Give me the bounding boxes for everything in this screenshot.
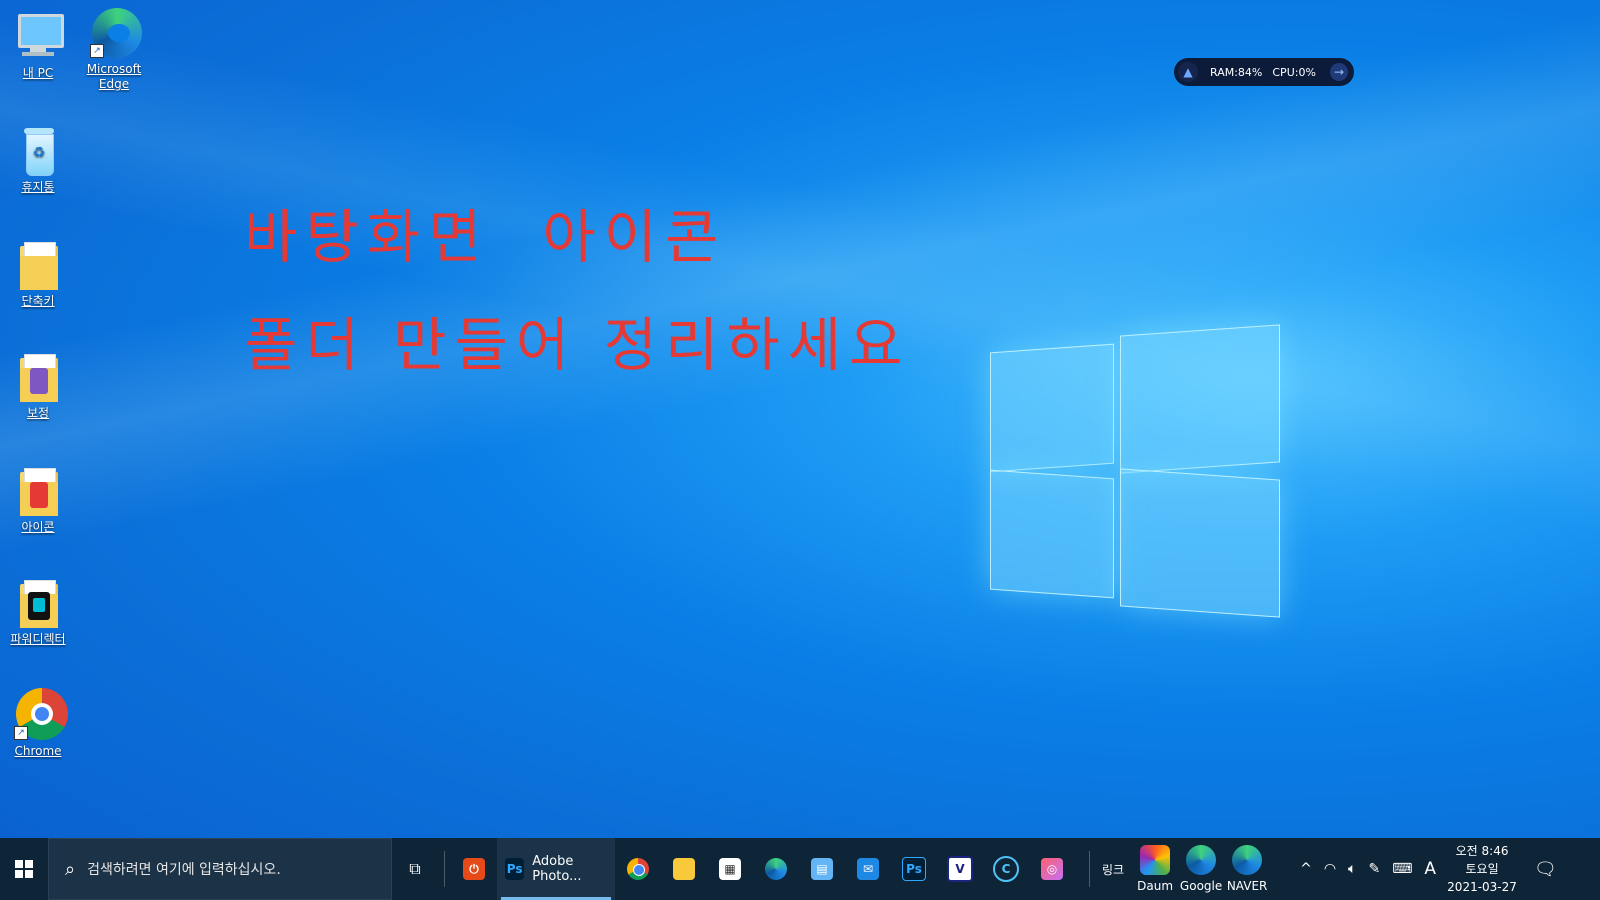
icon-label: 보정 xyxy=(26,406,50,420)
edge-icon: ↗ xyxy=(88,6,142,58)
folder-icon xyxy=(12,576,64,628)
volume-icon[interactable]: 🔈︎ xyxy=(1348,861,1356,877)
taskbar-separator xyxy=(1089,851,1090,887)
arrow-right-icon[interactable]: → xyxy=(1330,63,1348,81)
desktop-icon-this-pc[interactable]: 내 PC xyxy=(0,10,76,81)
ram-usage: RAM:84% xyxy=(1210,65,1263,79)
contacts-icon: ▤ xyxy=(811,858,833,880)
taskbar-app-store[interactable]: ▦ xyxy=(707,838,753,900)
running-app-label: Adobe Photo... xyxy=(532,854,582,884)
light-beam xyxy=(0,0,1600,838)
task-view-icon: ⧉ xyxy=(409,859,421,878)
power-app-icon: ⏻ xyxy=(463,858,485,880)
taskbar-app-file-explorer[interactable] xyxy=(661,838,707,900)
creative-cloud-icon: ◎ xyxy=(1041,858,1063,880)
icon-label: 아이콘 xyxy=(21,520,55,534)
recycle-bin-icon: ♻ xyxy=(12,124,64,176)
start-button[interactable] xyxy=(0,838,48,900)
taskbar-app-mail[interactable]: ✉ xyxy=(845,838,891,900)
icon-label: 내 PC xyxy=(22,66,54,80)
rocket-icon: ▲ xyxy=(1178,62,1198,82)
taskbar: ⌕ 검색하려면 여기에 입력하십시오. ⧉ ⏻ Ps Adobe Photo..… xyxy=(0,838,1600,900)
taskbar-app-chrome[interactable] xyxy=(615,838,661,900)
link-label: Google xyxy=(1179,879,1223,893)
taskbar-app-contacts[interactable]: ▤ xyxy=(799,838,845,900)
link-label: Daum xyxy=(1137,879,1174,893)
system-monitor-widget[interactable]: ▲ RAM:84% CPU:0% → xyxy=(1174,58,1354,86)
clock-time: 오전 8:46 xyxy=(1455,844,1509,858)
shortcut-arrow-icon: ↗ xyxy=(14,726,28,740)
taskbar-app-edge[interactable] xyxy=(753,838,799,900)
cpu-usage: CPU:0% xyxy=(1272,65,1316,79)
link-daum[interactable]: Daum xyxy=(1132,845,1178,893)
icon-label: 파워디렉터 xyxy=(10,632,66,646)
c-app-icon: C xyxy=(993,856,1019,882)
chrome-icon: ↗ xyxy=(12,688,68,740)
icon-label: 휴지통 xyxy=(21,180,55,194)
notification-icon[interactable]: 🗨︎ xyxy=(1534,859,1557,880)
clock[interactable]: 오전 8:46 토요일 2021-03-27 xyxy=(1442,842,1522,896)
pc-icon xyxy=(12,10,64,62)
file-explorer-icon xyxy=(673,858,695,880)
ime-indicator[interactable]: A xyxy=(1424,859,1436,879)
chrome-icon xyxy=(627,858,649,880)
search-icon: ⌕ xyxy=(65,858,76,880)
edge-icon xyxy=(1232,845,1263,875)
desktop-icon-folder-shortcuts[interactable]: 단축키 xyxy=(0,238,76,309)
folder-icon xyxy=(12,238,64,290)
taskbar-app-v[interactable]: V xyxy=(937,838,983,900)
task-view-button[interactable]: ⧉ xyxy=(392,838,438,900)
v-app-icon: V xyxy=(947,856,973,882)
windows-logo-wallpaper xyxy=(990,320,1290,620)
store-icon: ▦ xyxy=(719,858,741,880)
desktop-icon-folder-powerdirector[interactable]: 파워디렉터 xyxy=(0,576,76,647)
desktop-icon-recycle-bin[interactable]: ♻ 휴지통 xyxy=(0,124,76,195)
overlay-text-line-1: 바탕화면 아이콘 xyxy=(244,203,727,271)
taskbar-app-power[interactable]: ⏻ xyxy=(451,838,497,900)
folder-icon xyxy=(12,464,64,516)
taskbar-separator xyxy=(444,851,445,887)
clock-day: 토요일 xyxy=(1465,862,1499,876)
desktop: 내 PC ↗ Microsoft Edge ♻ 휴지통 단축키 보정 아이콘 파… xyxy=(0,0,1600,838)
taskbar-app-photoshop[interactable]: Ps xyxy=(891,838,937,900)
clock-date: 2021-03-27 xyxy=(1447,880,1517,894)
desktop-icon-edge[interactable]: ↗ Microsoft Edge xyxy=(76,6,152,92)
desktop-icon-folder-correction[interactable]: 보정 xyxy=(0,350,76,421)
link-google[interactable]: Google xyxy=(1178,845,1224,893)
icon-label: 단축키 xyxy=(21,294,55,308)
taskbar-app-c[interactable]: C xyxy=(983,838,1029,900)
edge-icon xyxy=(765,858,787,880)
link-naver[interactable]: NAVER xyxy=(1224,845,1270,893)
windows-start-icon xyxy=(15,860,33,878)
shortcut-arrow-icon: ↗ xyxy=(90,44,104,58)
photoshop-icon: Ps xyxy=(902,857,926,881)
edge-icon xyxy=(1186,845,1217,875)
desktop-icon-chrome[interactable]: ↗ Chrome xyxy=(0,688,76,759)
overlay-text-line-2: 폴더 만들어 정리하세요 xyxy=(244,311,911,379)
search-box[interactable]: ⌕ 검색하려면 여기에 입력하십시오. xyxy=(48,838,392,900)
search-placeholder: 검색하려면 여기에 입력하십시오. xyxy=(87,862,281,878)
desktop-icon-folder-icons[interactable]: 아이콘 xyxy=(0,464,76,535)
keyboard-icon[interactable]: ⌨ xyxy=(1392,861,1412,877)
photoshop-icon: Ps xyxy=(505,858,525,880)
folder-icon xyxy=(12,350,64,402)
daum-icon xyxy=(1140,845,1171,875)
chevron-up-icon[interactable]: ^ xyxy=(1300,861,1312,877)
icon-label: Microsoft Edge xyxy=(86,62,142,91)
pen-icon[interactable]: ✎ xyxy=(1368,861,1380,877)
taskbar-app-photoshop-running[interactable]: Ps Adobe Photo... xyxy=(497,838,615,900)
wifi-icon[interactable]: ◠ xyxy=(1324,861,1336,877)
link-label: NAVER xyxy=(1226,879,1268,893)
taskbar-app-creative-cloud[interactable]: ◎ xyxy=(1029,838,1075,900)
mail-icon: ✉ xyxy=(857,858,879,880)
links-toolbar-label: 링크 xyxy=(1102,862,1125,877)
icon-label: Chrome xyxy=(14,744,62,758)
